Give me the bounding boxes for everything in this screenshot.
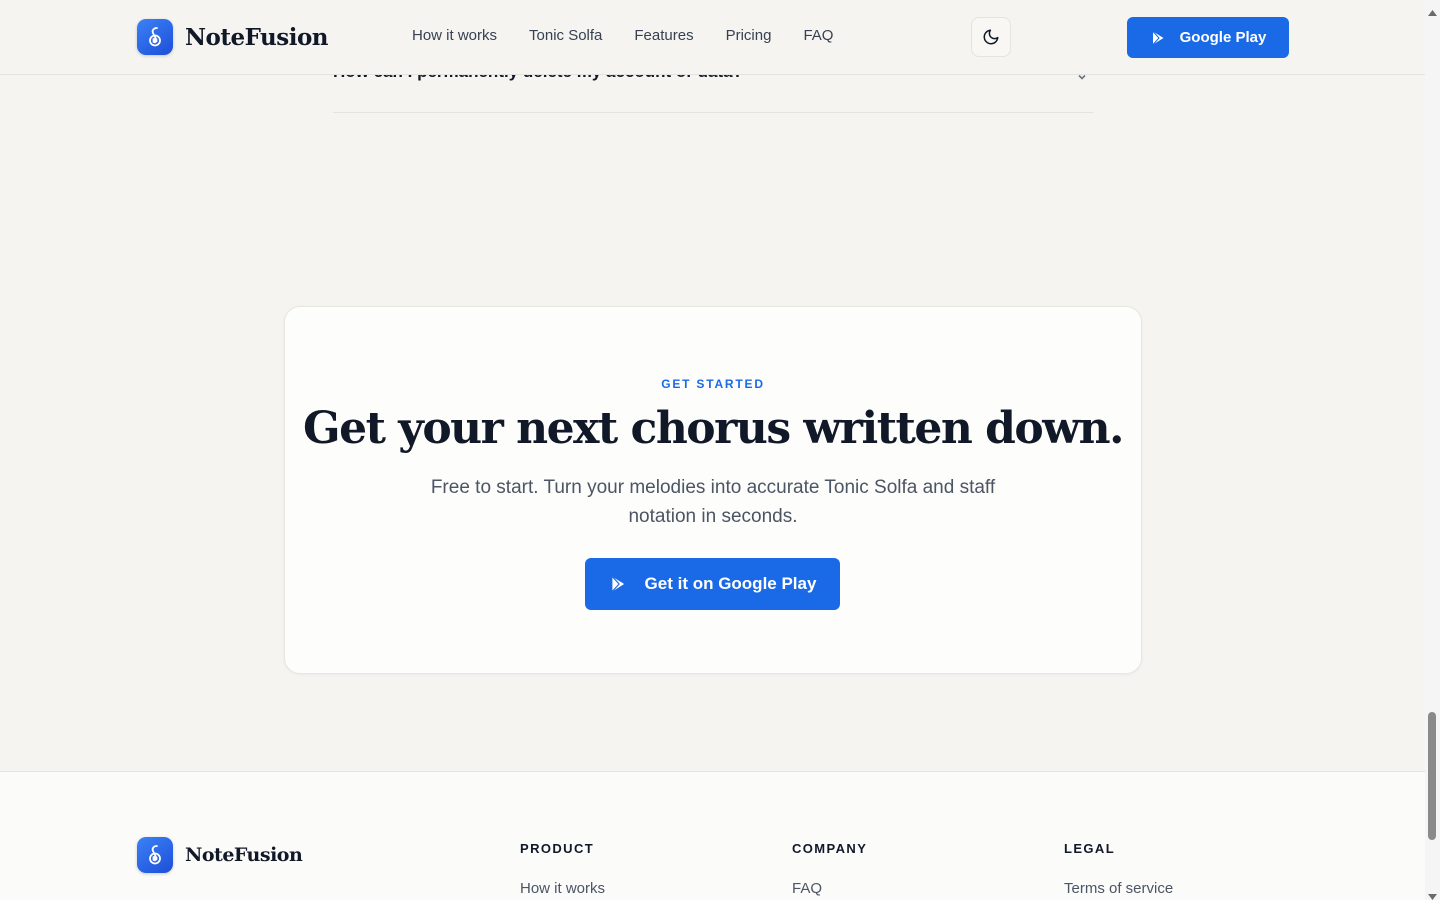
footer-link-faq[interactable]: FAQ: [792, 880, 867, 897]
nav-faq[interactable]: FAQ: [803, 27, 833, 44]
google-play-button[interactable]: Google Play: [1127, 17, 1289, 58]
google-play-icon: [609, 575, 627, 593]
brand-logo[interactable]: NoteFusion: [137, 19, 329, 55]
footer-brand-name: NoteFusion: [185, 844, 303, 866]
footer-heading-product: PRODUCT: [520, 841, 595, 856]
theme-toggle-button[interactable]: [971, 17, 1011, 57]
cta-title: Get your next chorus written down.: [303, 403, 1124, 454]
footer-heading-legal: LEGAL: [1064, 841, 1116, 856]
scrollbar-thumb[interactable]: [1428, 712, 1436, 840]
moon-icon: [982, 28, 1000, 46]
nav-pricing[interactable]: Pricing: [726, 27, 772, 44]
footer-heading-company: COMPANY: [792, 841, 868, 856]
nav-tonic-solfa[interactable]: Tonic Solfa: [529, 27, 602, 44]
footer-brand-logo[interactable]: NoteFusion: [137, 837, 303, 873]
cta-subtitle: Free to start. Turn your melodies into a…: [430, 477, 996, 527]
notefusion-logo-icon: [137, 19, 173, 55]
cta-eyebrow: GET STARTED: [661, 377, 765, 391]
cta-button-label: Get it on Google Play: [644, 574, 817, 593]
site-header: NoteFusion How it works Tonic Solfa Feat…: [0, 0, 1425, 75]
google-play-label: Google Play: [1179, 29, 1267, 46]
page-scrollbar[interactable]: [1425, 0, 1440, 900]
site-footer: NoteFusion PRODUCT How it works COMPANY …: [0, 771, 1425, 900]
scroll-up-arrow-icon[interactable]: [1428, 3, 1437, 21]
footer-link-how-it-works[interactable]: How it works: [520, 880, 605, 897]
nav-features[interactable]: Features: [634, 27, 693, 44]
footer-column-legal: LEGAL Terms of service: [1064, 841, 1173, 897]
notefusion-logo-icon: [137, 837, 173, 873]
google-play-icon: [1150, 30, 1166, 46]
footer-column-company: COMPANY FAQ: [792, 841, 867, 897]
brand-name: NoteFusion: [185, 23, 329, 51]
get-it-on-google-play-button[interactable]: Get it on Google Play: [585, 558, 840, 610]
footer-column-product: PRODUCT How it works: [520, 841, 605, 897]
get-started-card: GET STARTED Get your next chorus written…: [284, 306, 1142, 674]
footer-link-terms[interactable]: Terms of service: [1064, 880, 1173, 897]
main-nav: How it works Tonic Solfa Features Pricin…: [412, 27, 865, 44]
nav-how-it-works[interactable]: How it works: [412, 27, 497, 44]
faq-divider: [333, 112, 1093, 113]
scroll-down-arrow-icon[interactable]: [1428, 887, 1437, 900]
